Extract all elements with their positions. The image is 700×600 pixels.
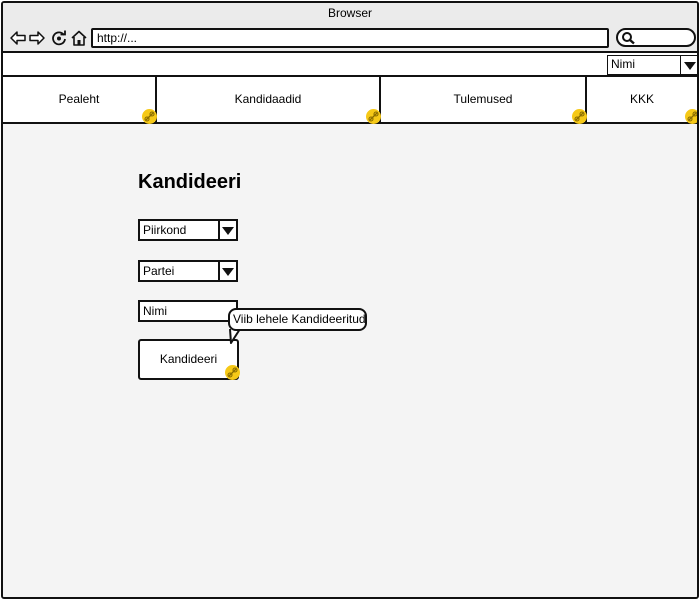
tooltip-tail [229,329,241,344]
browser-window: Browser http://... Nimi Pealeht Kandidaa… [1,1,699,599]
link-icon [572,109,587,124]
name-input[interactable]: Nimi [138,300,238,322]
search-icon [622,32,635,45]
tab-kandidaadid-label: Kandidaadid [234,92,302,106]
chevron-down-icon[interactable] [680,56,697,74]
party-select-value: Partei [143,264,175,278]
tab-kandidaadid[interactable]: Kandidaadid [157,77,381,124]
tab-pealeht-label: Pealeht [58,92,100,106]
user-bar: Nimi [3,53,697,77]
tab-kkk-label: KKK [629,92,654,106]
submit-candidacy-button[interactable]: Kandideeri [138,339,240,380]
browser-search-field[interactable] [616,28,696,47]
user-name-select-value: Nimi [611,57,635,71]
address-bar[interactable]: http://... [91,28,609,48]
district-select-value: Piirkond [143,223,187,237]
tab-pealeht[interactable]: Pealeht [3,77,157,124]
back-arrow-icon[interactable] [9,29,27,47]
link-icon [685,109,697,124]
tab-tulemused-label: Tulemused [453,92,513,106]
party-select[interactable]: Partei [138,260,238,282]
page-title: Kandideeri [138,171,242,193]
chevron-down-icon[interactable] [218,221,236,239]
home-icon[interactable] [70,29,88,47]
page-content: Kandideeri Piirkond Partei Nimi Kandidee… [3,124,697,597]
main-navigation: Pealeht Kandidaadid Tulemused KKK [3,77,697,124]
reload-icon[interactable] [50,29,68,47]
browser-toolbar: http://... [3,25,697,53]
chevron-down-icon[interactable] [218,262,236,280]
submit-candidacy-button-label: Kandideeri [159,352,218,366]
link-icon [225,365,240,380]
user-name-select[interactable]: Nimi [607,55,697,75]
link-icon [366,109,381,124]
tab-kkk[interactable]: KKK [587,77,697,124]
district-select[interactable]: Piirkond [138,219,238,241]
link-icon [142,109,157,124]
tab-tulemused[interactable]: Tulemused [381,77,587,124]
tooltip: Viib lehele Kandideeritud [228,308,367,331]
forward-arrow-icon[interactable] [28,29,46,47]
window-title: Browser [3,3,697,25]
